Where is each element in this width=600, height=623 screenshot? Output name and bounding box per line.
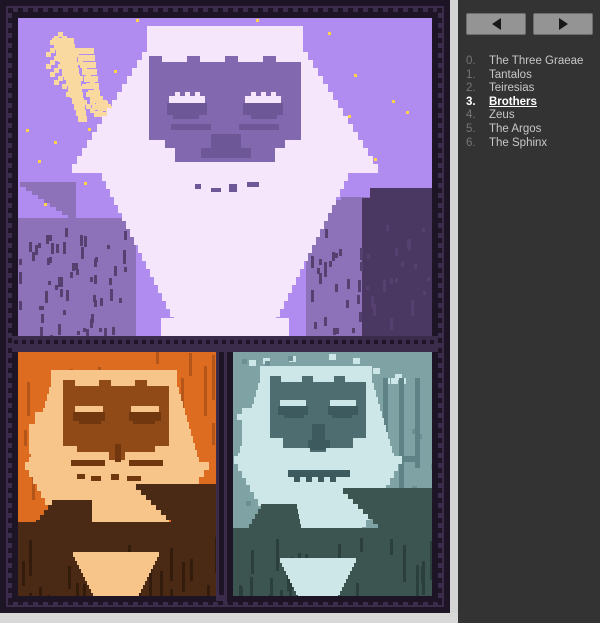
chapter-label: The Sphinx [489,136,548,149]
comic-artwork-region[interactable] [0,0,450,613]
chapter-label: The Argos [489,122,542,135]
chapter-number: 1. [466,68,476,81]
artwork-right-edge-strip [450,0,458,613]
chapter-label: Teiresias [489,82,535,95]
chapter-number: 2. [466,82,476,95]
chapter-label: Tantalos [489,68,532,81]
chapter-number: 5. [466,122,476,135]
chapter-item-the-three-graeae[interactable]: 0. The Three Graeae [458,55,600,69]
chapter-number: 6. [466,136,476,149]
arrow-left-icon [491,18,501,30]
chapter-item-the-sphinx[interactable]: 6. The Sphinx [458,137,600,151]
chapter-number: 4. [466,109,476,122]
chapter-item-zeus[interactable]: 4. Zeus [458,109,600,123]
chapter-label: Zeus [489,109,515,122]
chapter-item-tantalos[interactable]: 1. Tantalos [458,69,600,83]
chapter-number: 0. [466,55,476,67]
previous-chapter-button[interactable] [466,13,526,35]
app-root: 0. The Three Graeae 1. Tantalos 2. Teiresias 3… [0,0,600,623]
chapter-label: The Three Graeae [489,55,584,67]
next-chapter-button[interactable] [533,13,593,35]
artwork-bottom-edge-strip [0,613,458,623]
chapter-item-the-argos[interactable]: 5. The Argos [458,123,600,137]
chapter-list: 0. The Three Graeae 1. Tantalos 2. Teiresias 3… [458,55,600,150]
chapter-number: 3. [466,95,476,108]
chapter-label: Brothers [489,95,537,108]
chapter-item-teiresias[interactable]: 2. Teiresias [458,82,600,96]
chapter-navigation [466,13,593,35]
arrow-right-icon [558,18,568,30]
sidebar: 0. The Three Graeae 1. Tantalos 2. Teiresias 3… [458,0,600,623]
chapter-item-brothers[interactable]: 3. Brothers [458,96,600,110]
comic-page-canvas [0,0,450,613]
